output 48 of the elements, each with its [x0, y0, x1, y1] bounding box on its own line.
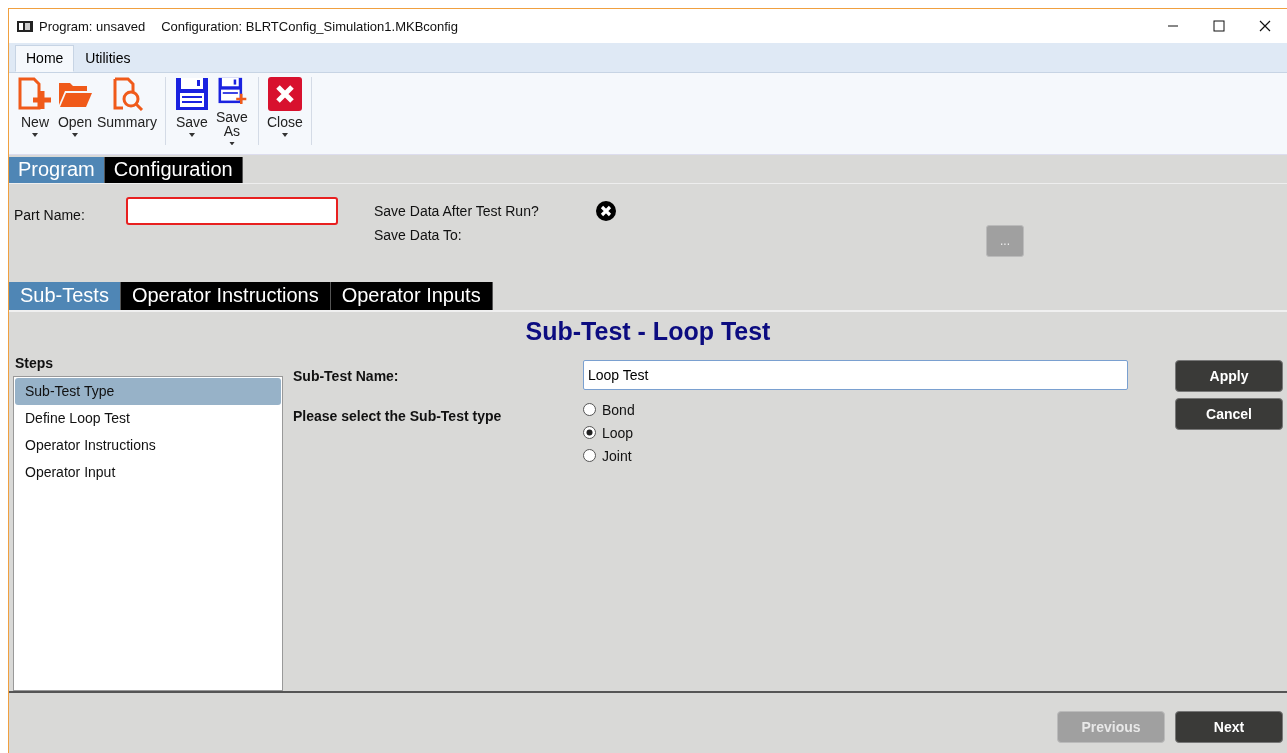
- radio-option[interactable]: Bond: [583, 400, 1128, 419]
- sub-test-name-field[interactable]: Loop Test: [583, 360, 1128, 390]
- close-icon[interactable]: [1259, 20, 1271, 32]
- sub-tab[interactable]: Operator Inputs: [330, 282, 493, 310]
- radio-button[interactable]: [583, 403, 596, 416]
- ribbon-tab[interactable]: Home: [15, 45, 75, 72]
- ribbon-button[interactable]: Close: [264, 77, 305, 145]
- maximize-icon[interactable]: [1213, 20, 1225, 32]
- part-name-label: Part Name:: [14, 206, 86, 225]
- sub-tab[interactable]: Operator Instructions: [120, 282, 331, 310]
- ribbon-button[interactable]: Save: [171, 77, 212, 145]
- caret-icon: [72, 133, 78, 137]
- ribbon-button[interactable]: Open: [55, 77, 95, 145]
- sub-tab[interactable]: Sub-Tests: [9, 282, 121, 310]
- page-heading: Sub-Test - Loop Test: [524, 317, 772, 346]
- action-button[interactable]: Apply: [1175, 360, 1283, 392]
- nav-button[interactable]: Next: [1175, 711, 1283, 743]
- caret-icon: [32, 133, 38, 137]
- save-location-label: Save Data To:: [374, 226, 463, 243]
- app-logo-icon: [17, 20, 33, 32]
- sub-test-name-label: Sub-Test Name:: [293, 367, 400, 386]
- ribbon-tab[interactable]: Utilities: [74, 45, 142, 72]
- program-status: Program: unsaved: [39, 18, 146, 34]
- part-name-field[interactable]: [126, 197, 338, 225]
- step-item[interactable]: Sub-Test Type: [15, 378, 281, 405]
- step-item[interactable]: Operator Instructions: [15, 432, 281, 459]
- ribbon-button[interactable]: Summary: [95, 77, 159, 145]
- steps-title: Steps: [14, 354, 55, 373]
- radio-option[interactable]: Loop: [583, 423, 1128, 442]
- main-tab[interactable]: Configuration: [104, 157, 243, 183]
- ribbon-button[interactable]: Save As: [211, 77, 252, 145]
- configuration-name: Configuration: BLRTConfig_Simulation1.MKBconfig: [161, 18, 458, 34]
- radio-button[interactable]: [583, 426, 596, 439]
- new-file-icon: [17, 77, 53, 111]
- save-data-label: Save Data After Test Run?: [374, 202, 540, 219]
- caret-icon: [281, 133, 288, 137]
- radio-option[interactable]: Joint: [583, 446, 1128, 465]
- step-item[interactable]: Define Loop Test: [15, 405, 281, 432]
- sub-test-type-label: Please select the Sub-Test type: [293, 407, 503, 426]
- radio-button[interactable]: [583, 449, 596, 462]
- close-document-icon: [266, 77, 303, 111]
- caret-icon: [228, 141, 235, 145]
- main-tab[interactable]: Program: [9, 157, 105, 183]
- action-button[interactable]: Cancel: [1175, 398, 1283, 430]
- ribbon-button[interactable]: New: [15, 77, 55, 145]
- cross-icon[interactable]: [596, 201, 616, 221]
- step-item[interactable]: Operator Input: [15, 459, 281, 486]
- caret-icon: [188, 133, 195, 137]
